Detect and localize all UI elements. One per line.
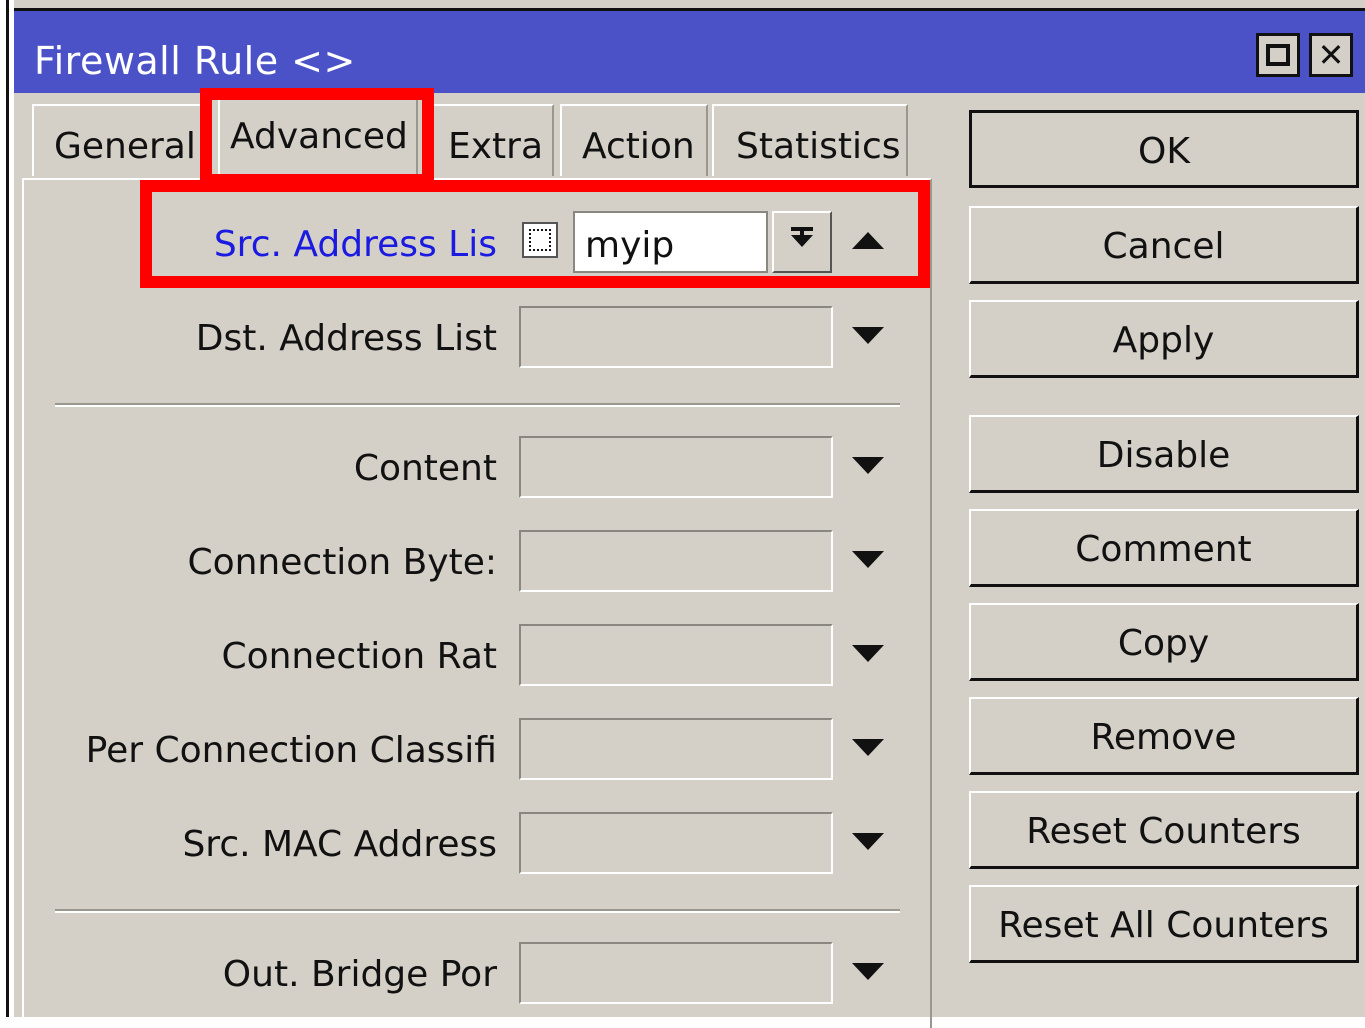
maximize-icon[interactable]	[1256, 33, 1300, 77]
dst-address-list-label: Dst. Address List	[195, 318, 497, 359]
close-icon[interactable]: ✕	[1309, 33, 1353, 77]
content-field[interactable]	[519, 436, 833, 498]
connection-rate-label: Connection Rat	[221, 636, 497, 677]
expand-arrow-icon[interactable]	[852, 963, 884, 980]
reset-all-counters-button[interactable]: Reset All Counters	[969, 885, 1359, 963]
expand-arrow-icon[interactable]	[852, 327, 884, 344]
expand-arrow-icon[interactable]	[852, 833, 884, 850]
expand-arrow-icon[interactable]	[852, 739, 884, 756]
copy-button[interactable]: Copy	[969, 603, 1359, 681]
out-bridge-port-label: Out. Bridge Por	[222, 954, 497, 995]
content-label: Content	[353, 448, 497, 489]
invert-checkbox-icon[interactable]	[522, 222, 558, 258]
connection-rate-field[interactable]	[519, 624, 833, 686]
src-address-list-label: Src. Address Lis	[213, 224, 497, 265]
apply-button[interactable]: Apply	[969, 300, 1359, 378]
src-mac-address-label: Src. MAC Address	[182, 824, 497, 865]
tab-extra[interactable]: Extra	[428, 104, 554, 176]
ok-button[interactable]: OK	[969, 110, 1359, 188]
src-address-list-input[interactable]: myip	[573, 211, 768, 273]
tab-action[interactable]: Action	[560, 104, 708, 176]
section-divider	[55, 403, 900, 407]
expand-arrow-icon[interactable]	[852, 551, 884, 568]
tab-general[interactable]: General	[32, 104, 212, 176]
section-divider	[55, 909, 900, 913]
dropdown-arrow-icon[interactable]	[772, 211, 832, 273]
dst-address-list-field[interactable]	[519, 306, 833, 368]
src-mac-address-field[interactable]	[519, 812, 833, 874]
window-title: Firewall Rule <>	[34, 39, 356, 83]
collapse-arrow-icon[interactable]	[852, 232, 884, 249]
connection-bytes-label: Connection Byte:	[187, 542, 497, 583]
connection-bytes-field[interactable]	[519, 530, 833, 592]
tab-advanced[interactable]: Advanced	[218, 96, 418, 182]
tab-statistics[interactable]: Statistics	[712, 104, 908, 176]
per-connection-classifier-label: Per Connection Classifi	[85, 730, 497, 771]
remove-button[interactable]: Remove	[969, 697, 1359, 775]
disable-button[interactable]: Disable	[969, 415, 1359, 493]
out-bridge-port-field[interactable]	[519, 942, 833, 1004]
per-connection-classifier-field[interactable]	[519, 718, 833, 780]
cancel-button[interactable]: Cancel	[969, 206, 1359, 284]
title-bar[interactable]: Firewall Rule <> ✕	[14, 8, 1365, 93]
expand-arrow-icon[interactable]	[852, 645, 884, 662]
comment-button[interactable]: Comment	[969, 509, 1359, 587]
expand-arrow-icon[interactable]	[852, 457, 884, 474]
reset-counters-button[interactable]: Reset Counters	[969, 791, 1359, 869]
